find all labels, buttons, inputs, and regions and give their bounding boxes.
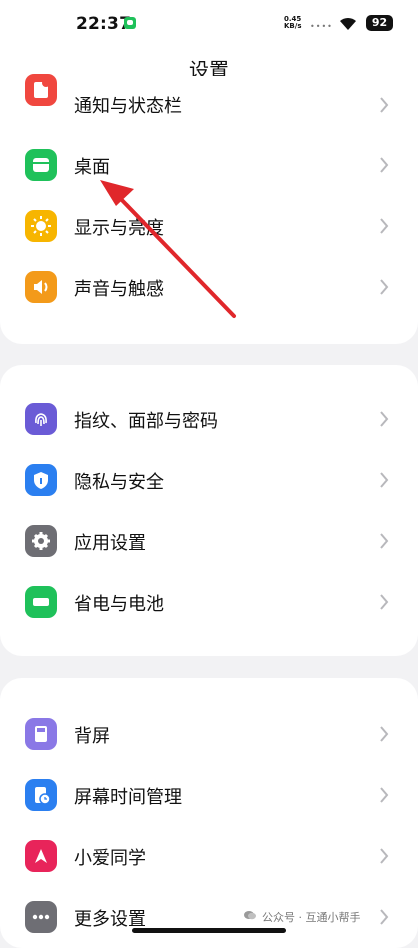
settings-item-label: 省电与电池	[74, 594, 164, 615]
settings-item-fingerprint[interactable]: 指纹、面部与密码	[0, 389, 418, 449]
more-icon	[25, 901, 57, 933]
home-indicator[interactable]	[132, 928, 286, 933]
back-screen-icon	[25, 718, 57, 750]
settings-item-label: 指纹、面部与密码	[74, 411, 218, 432]
xiaoai-icon	[25, 840, 57, 872]
settings-item-sound[interactable]: 声音与触感	[0, 257, 418, 317]
status-bar: 22:37 0.45 KB/s •••• 92	[0, 0, 418, 46]
chevron-right-icon	[380, 472, 389, 488]
screen-time-icon	[25, 779, 57, 811]
chevron-right-icon	[380, 726, 389, 742]
settings-item-screen-time[interactable]: 屏幕时间管理	[0, 765, 418, 825]
settings-item-xiaoai[interactable]: 小爱同学	[0, 826, 418, 886]
desktop-icon	[25, 149, 57, 181]
shield-icon	[25, 464, 57, 496]
settings-item-label: 通知与状态栏	[74, 96, 182, 117]
settings-item-display[interactable]: 显示与亮度	[0, 196, 418, 256]
watermark-text: 公众号 · 互通小帮手	[262, 911, 361, 924]
chevron-right-icon	[380, 279, 389, 295]
network-speed-unit: KB/s	[284, 22, 302, 30]
wechat-icon	[244, 911, 256, 920]
chevron-right-icon	[380, 157, 389, 173]
chevron-right-icon	[380, 97, 389, 113]
settings-item-back-screen[interactable]: 背屏	[0, 704, 418, 764]
settings-item-label: 小爱同学	[74, 848, 146, 869]
chat-notification-icon	[124, 17, 136, 29]
settings-item-label: 隐私与安全	[74, 472, 164, 493]
settings-item-label: 屏幕时间管理	[74, 787, 182, 808]
settings-item-notifications[interactable]: 通知与状态栏	[0, 74, 418, 136]
settings-item-app-settings[interactable]: 应用设置	[0, 511, 418, 571]
chevron-right-icon	[380, 411, 389, 427]
settings-item-desktop[interactable]: 桌面	[0, 135, 418, 195]
settings-item-label: 显示与亮度	[74, 218, 164, 239]
settings-item-label: 桌面	[74, 157, 110, 178]
settings-item-label: 应用设置	[74, 533, 146, 554]
chevron-right-icon	[380, 787, 389, 803]
fingerprint-icon	[25, 403, 57, 435]
signal-dots-icon: ••••	[310, 22, 333, 31]
settings-item-battery[interactable]: 省电与电池	[0, 572, 418, 632]
notification-icon	[25, 74, 57, 106]
wifi-icon	[340, 17, 356, 30]
settings-section-more: 背屏 屏幕时间管理 小爱同学 更多设置	[0, 678, 418, 948]
gear-icon	[25, 525, 57, 557]
battery-icon	[25, 586, 57, 618]
settings-section-display: 通知与状态栏 桌面 显示与亮度 声音与触感	[0, 74, 418, 344]
network-speed: 0.45 KB/s	[284, 16, 301, 30]
chevron-right-icon	[380, 848, 389, 864]
settings-item-label: 声音与触感	[74, 279, 164, 300]
settings-item-privacy[interactable]: 隐私与安全	[0, 450, 418, 510]
speaker-icon	[25, 271, 57, 303]
chevron-right-icon	[380, 533, 389, 549]
chevron-right-icon	[380, 909, 389, 925]
settings-item-label: 背屏	[74, 726, 110, 747]
chevron-right-icon	[380, 218, 389, 234]
battery-level: 92	[366, 15, 393, 31]
chevron-right-icon	[380, 594, 389, 610]
settings-section-security: 指纹、面部与密码 隐私与安全 应用设置 省电与电池	[0, 365, 418, 656]
status-time: 22:37	[76, 14, 132, 34]
sun-icon	[25, 210, 57, 242]
